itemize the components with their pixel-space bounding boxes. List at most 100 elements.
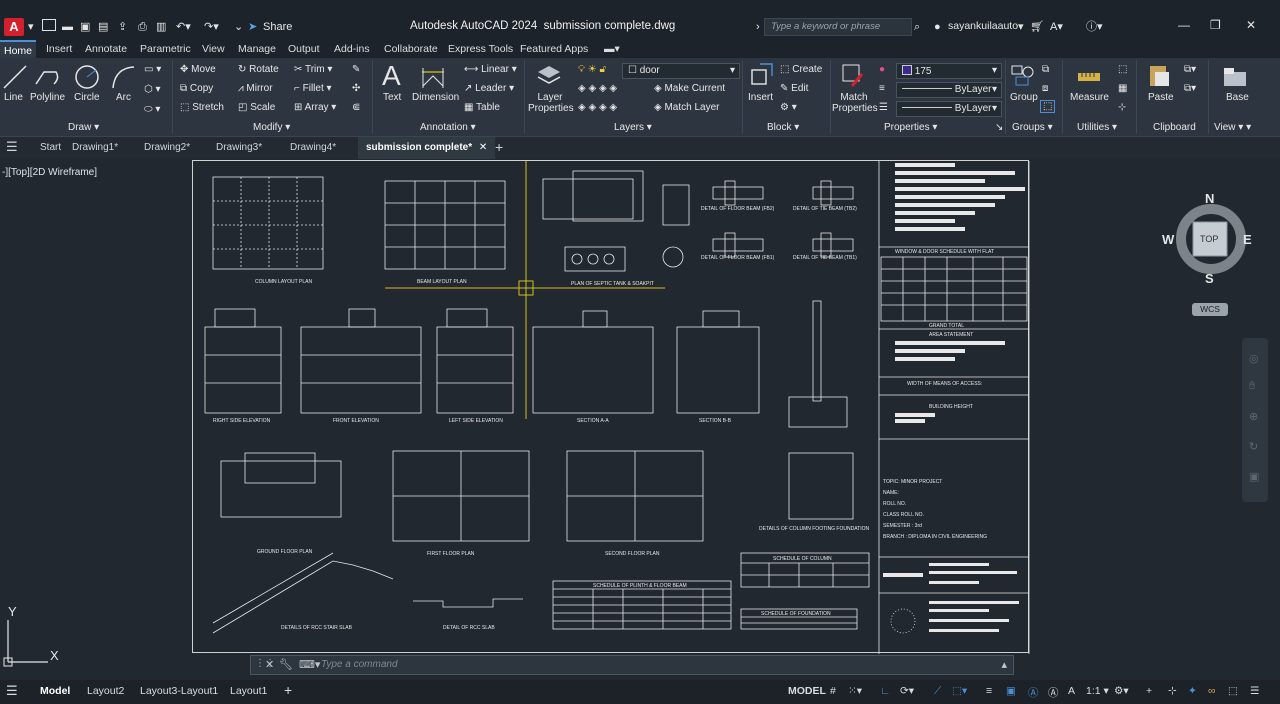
command-line[interactable]: ⋮⋮ ✕ 🔧︎ ⌨▾ Type a command ▴ [250, 655, 1014, 675]
compass-west[interactable]: W [1162, 232, 1174, 247]
snap-icon[interactable]: ⁙▾ [848, 685, 862, 697]
hatch-icon[interactable]: ⬡ ▾ [144, 84, 161, 95]
close-tab-icon[interactable]: ✕ [479, 142, 487, 153]
arc-tool[interactable]: Arc [116, 92, 131, 103]
tab-view[interactable]: View [202, 43, 225, 55]
insert-button[interactable]: Insert [748, 92, 773, 103]
tab-home[interactable]: Home [0, 40, 37, 58]
linetype-icon[interactable]: ☰ [879, 102, 888, 113]
minimize-button[interactable]: — [1178, 18, 1190, 32]
username-label[interactable]: sayankuilaauto [948, 20, 1018, 32]
close-button[interactable]: ✕ [1246, 18, 1256, 32]
tab-layout2[interactable]: Layout2 [87, 685, 124, 697]
groups-panel-label[interactable]: Groups ▾ [1012, 122, 1053, 133]
ortho-icon[interactable]: ∟ [880, 685, 890, 697]
redo-icon[interactable]: ↷▾ [204, 19, 219, 35]
search-icon[interactable]: ⌕ [914, 19, 920, 35]
tab-insert[interactable]: Insert [46, 43, 72, 55]
tab-drawing3[interactable]: Drawing3* [216, 142, 262, 153]
tab-collaborate[interactable]: Collaborate [384, 43, 438, 55]
compass-east[interactable]: E [1243, 232, 1252, 247]
view-cube[interactable]: N S E W TOP [1162, 190, 1254, 290]
lineweight-dropdown[interactable]: ByLayer ▾ [896, 82, 1002, 98]
line-tool[interactable]: Line [4, 92, 23, 103]
layer-state-icons[interactable]: 💡︎ ☀ 🔓︎ [578, 64, 606, 75]
layer-properties-icon[interactable] [536, 62, 562, 88]
clipboard-panel-label[interactable]: Clipboard [1153, 122, 1196, 133]
tab-start[interactable]: Start [40, 142, 61, 153]
array-tool[interactable]: ⊞ Array ▾ [294, 102, 336, 113]
search-expand-icon[interactable]: › [756, 19, 760, 35]
text-icon[interactable]: A [382, 60, 401, 92]
mirror-tool[interactable]: ⩘ Mirror [238, 83, 273, 94]
match-properties-icon[interactable] [840, 62, 866, 88]
draw-panel-label[interactable]: Draw ▾ [68, 122, 99, 133]
new-file-icon[interactable] [42, 19, 56, 35]
maximize-button[interactable]: ❐ [1210, 18, 1221, 32]
user-avatar-icon[interactable]: ● [934, 19, 941, 35]
copy-clip-icon[interactable]: ⧉▾ [1184, 83, 1196, 94]
paste-button[interactable]: Paste [1148, 92, 1174, 103]
close-command-icon[interactable]: ✕ [265, 658, 274, 671]
user-dropdown-icon[interactable]: ▾ [1018, 19, 1024, 35]
share-icon[interactable]: ➤ [248, 19, 257, 35]
group-select-icon[interactable]: ⬚ [1040, 100, 1056, 113]
cut-icon[interactable]: ⧉▾ [1184, 64, 1196, 75]
stretch-tool[interactable]: ⬚ Stretch [180, 102, 224, 113]
color-dropdown[interactable]: 175 ▾ [896, 63, 1002, 79]
circle-icon[interactable] [74, 64, 100, 90]
explode-icon[interactable]: ✣ [352, 83, 360, 94]
help-icon[interactable]: ⓘ▾ [1086, 19, 1103, 35]
file-tabs-menu-icon[interactable]: ☰ [6, 139, 18, 155]
compass-north[interactable]: N [1205, 191, 1214, 206]
linetype-dropdown[interactable]: ByLayer ▾ [896, 101, 1002, 117]
base-view-icon[interactable] [1222, 64, 1248, 90]
dimension-icon[interactable] [420, 64, 446, 90]
layer-dropdown[interactable]: ☐ door ▾ [622, 63, 740, 79]
utilities-panel-label[interactable]: Utilities ▾ [1077, 122, 1117, 133]
annotation-monitor-icon[interactable]: + [1146, 685, 1152, 697]
tab-manage[interactable]: Manage [238, 43, 276, 55]
group-icon[interactable] [1010, 62, 1036, 88]
ellipse-icon[interactable]: ⬭ ▾ [144, 104, 160, 115]
undo-icon[interactable]: ↶▾ [176, 19, 191, 35]
tab-layout1[interactable]: Layout1 [230, 685, 267, 697]
annotation-scale-icon[interactable]: A [1068, 685, 1075, 697]
showmotion-icon[interactable]: ▣ [1249, 470, 1259, 483]
offset-icon[interactable]: ⋐ [352, 102, 360, 113]
view-cube-top-face[interactable]: TOP [1200, 234, 1218, 244]
quick-properties-icon[interactable]: ✦ [1188, 685, 1197, 697]
trim-tool[interactable]: ✂ Trim ▾ [294, 64, 332, 75]
annotation-panel-label[interactable]: Annotation ▾ [420, 122, 476, 133]
steering-wheel-icon[interactable]: ◎ [1249, 352, 1259, 365]
table-tool[interactable]: ▦ Table [464, 102, 500, 113]
block-attributes-icon[interactable]: ⚙ ▾ [780, 102, 797, 113]
model-space-toggle[interactable]: MODEL [788, 685, 826, 697]
cart-icon[interactable]: 🛒︎ [1030, 19, 1044, 35]
tab-drawing1[interactable]: Drawing1* [72, 142, 118, 153]
ungroup-icon[interactable]: ⧉ [1042, 64, 1049, 75]
annotation-visibility-icon[interactable]: Ⓐ [1028, 685, 1039, 700]
ribbon-minimize-icon[interactable]: ▬▾ [604, 43, 620, 55]
text-tool[interactable]: Text [383, 92, 401, 103]
move-tool[interactable]: ✥ Move [180, 64, 216, 75]
line-icon[interactable] [2, 64, 28, 90]
transparency-icon[interactable]: ▣ [1006, 685, 1016, 697]
new-tab-button[interactable]: + [495, 139, 503, 155]
leader-tool[interactable]: ↗ Leader ▾ [464, 83, 514, 94]
match-properties-button[interactable]: Match Properties [832, 92, 878, 114]
annotation-scale-value[interactable]: 1:1 ▾ [1086, 685, 1109, 697]
fillet-tool[interactable]: ⌐ Fillet ▾ [294, 83, 332, 94]
compass-south[interactable]: S [1205, 271, 1214, 286]
color-wheel-icon[interactable]: ● [879, 64, 885, 75]
lineweight-toggle-icon[interactable]: ≡ [986, 685, 992, 697]
tab-annotate[interactable]: Annotate [85, 43, 127, 55]
layer-properties-button[interactable]: Layer Properties [528, 92, 574, 114]
calculator-icon[interactable]: ▦ [1118, 83, 1127, 94]
search-input[interactable]: Type a keyword or phrase [764, 18, 912, 36]
quick-select-icon[interactable]: ⬚ [1118, 64, 1127, 75]
tab-layout3-layout1[interactable]: Layout3-Layout1 [140, 685, 218, 697]
drawing-sheet[interactable]: COLUMN LAYOUT PLAN BEAM LAYOUT PLAN PLAN… [192, 160, 1030, 654]
recent-commands-icon[interactable]: ⌨▾ [299, 658, 320, 671]
rectangle-icon[interactable]: ▭ ▾ [144, 64, 161, 75]
